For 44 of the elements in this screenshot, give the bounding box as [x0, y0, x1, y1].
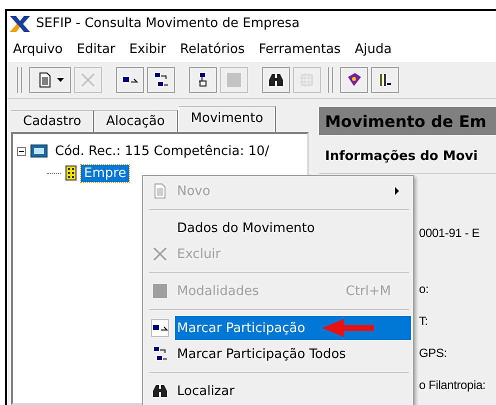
binoculars-icon	[268, 72, 284, 88]
square-icon	[152, 283, 168, 299]
binoculars-icon	[152, 383, 168, 399]
tree-item[interactable]: Empre	[81, 164, 130, 182]
toolbar-button[interactable]	[147, 67, 175, 93]
building-icon	[65, 165, 77, 181]
menu-item[interactable]: Marcar Participação Todos	[145, 341, 411, 367]
toolbar-button[interactable]	[189, 67, 217, 93]
field-label: o Filantropia:	[419, 378, 487, 392]
tab[interactable]: Movimento	[178, 106, 276, 132]
tab[interactable]: Alocação	[94, 110, 178, 132]
toolbar-button[interactable]	[340, 67, 368, 93]
toolbar-button[interactable]	[29, 67, 71, 93]
caret-icon	[56, 78, 64, 82]
menu-item[interactable]: Ferramentas	[258, 42, 341, 56]
field-label: GPS:	[419, 346, 448, 360]
x-icon	[80, 72, 96, 88]
menu-item[interactable]: Arquivo	[13, 42, 63, 56]
app-logo-icon	[10, 16, 30, 32]
x-icon	[152, 246, 168, 262]
group-title: Informações do Movi	[319, 135, 496, 174]
bars-icon	[377, 72, 393, 88]
toolbar-button[interactable]	[116, 67, 144, 93]
tree-item[interactable]: Cód. Rec.: 115 Competência: 10/	[52, 142, 272, 160]
menu-item[interactable]: Editar	[76, 42, 116, 56]
toolbar-button[interactable]	[371, 67, 399, 93]
tab[interactable]: Cadastro	[11, 110, 94, 132]
field-label: T:	[419, 314, 429, 328]
document-icon	[152, 183, 168, 199]
field-label: o:	[419, 282, 430, 296]
field-label: 0001-91 - E	[419, 226, 481, 240]
toolbar-button[interactable]	[262, 67, 290, 93]
panel-header: Movimento de Em	[319, 107, 496, 135]
window-title: SEFIP - Consulta Movimento de Empresa	[36, 16, 300, 31]
collapse-toggle[interactable]	[17, 146, 26, 156]
arrow-icon	[322, 318, 376, 338]
computer-icon	[30, 144, 48, 158]
menu-item[interactable]: Ajuda	[354, 42, 392, 56]
document-icon	[36, 72, 52, 88]
menu-item[interactable]: Exibir	[129, 42, 166, 56]
menu-item[interactable]: Dados do Movimento	[145, 215, 411, 241]
square-icon	[226, 72, 242, 88]
menu-item[interactable]: Relatórios	[180, 42, 245, 56]
menu-item[interactable]: Localizar	[145, 378, 411, 404]
